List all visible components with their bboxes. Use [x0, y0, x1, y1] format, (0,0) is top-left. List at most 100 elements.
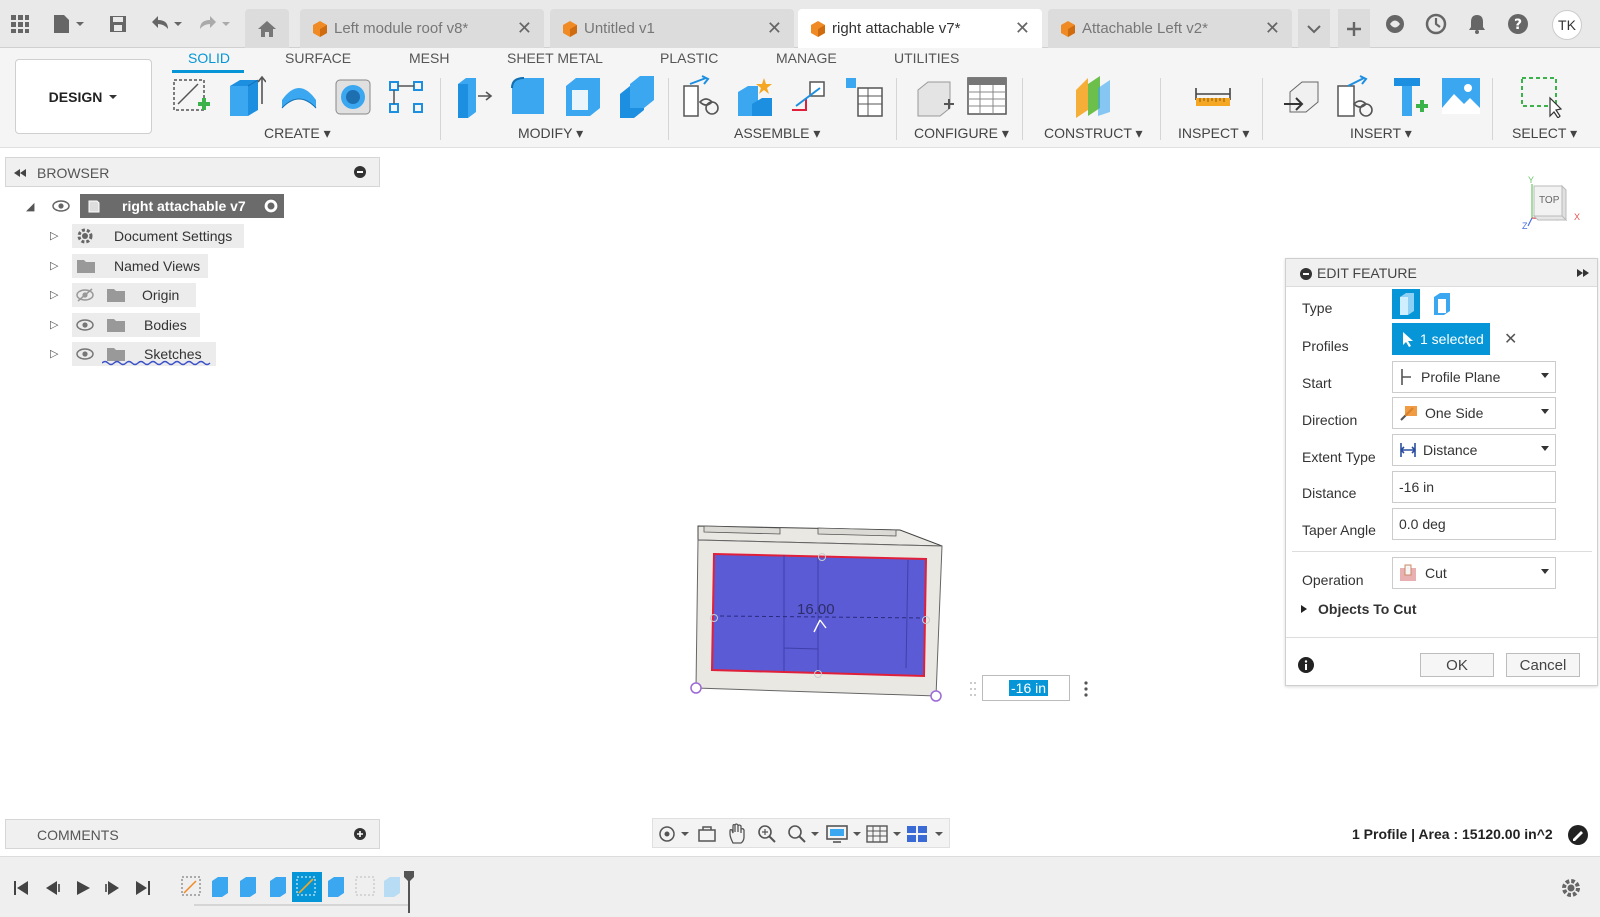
app-grid-icon[interactable]: [6, 10, 34, 38]
doc-tab-untitled[interactable]: Untitled v1 ✕: [550, 9, 794, 48]
home-icon[interactable]: [245, 9, 289, 48]
go-to-end-icon[interactable]: [134, 879, 152, 897]
create-menu[interactable]: CREATE ▾: [264, 125, 331, 142]
drag-handle-icon[interactable]: [969, 680, 977, 698]
tab-overflow-icon[interactable]: [1298, 9, 1330, 48]
redo-icon[interactable]: [194, 10, 234, 38]
eye-hidden-icon[interactable]: [76, 288, 94, 302]
type-solid-button[interactable]: [1392, 289, 1420, 319]
tab-manage[interactable]: MANAGE: [776, 50, 837, 66]
measure-icon[interactable]: [1192, 74, 1234, 118]
workspace-dropdown[interactable]: DESIGN: [15, 59, 152, 134]
tab-mesh[interactable]: MESH: [409, 50, 449, 66]
eye-icon[interactable]: [52, 199, 70, 213]
tab-utilities[interactable]: UTILITIES: [894, 50, 959, 66]
timeline-active-sketch-icon[interactable]: [292, 872, 322, 902]
viewports-icon[interactable]: [905, 824, 945, 844]
inspect-menu[interactable]: INSPECT ▾: [1178, 125, 1249, 142]
assemble-menu[interactable]: ASSEMBLE ▾: [734, 125, 820, 142]
cancel-button[interactable]: Cancel: [1506, 653, 1580, 677]
extensions-icon[interactable]: [1381, 10, 1409, 38]
expand-triangle-icon[interactable]: ▷: [50, 288, 58, 301]
add-comment-icon[interactable]: [354, 828, 366, 840]
timeline-sketch-icon[interactable]: [181, 876, 201, 896]
user-avatar[interactable]: TK: [1552, 10, 1582, 40]
configure-menu[interactable]: CONFIGURE ▾: [914, 125, 1009, 142]
step-back-icon[interactable]: [43, 879, 61, 897]
eye-icon[interactable]: [76, 347, 94, 361]
feedback-icon[interactable]: [1567, 824, 1589, 846]
shell-icon[interactable]: [562, 74, 604, 118]
extent-type-dropdown[interactable]: Distance: [1392, 434, 1556, 466]
undo-icon[interactable]: [146, 10, 186, 38]
distance-input[interactable]: -16 in: [1392, 471, 1556, 503]
pattern-icon[interactable]: [386, 74, 428, 118]
go-to-start-icon[interactable]: [12, 879, 30, 897]
timeline-marker[interactable]: [404, 871, 414, 913]
construct-menu[interactable]: CONSTRUCT ▾: [1044, 125, 1143, 142]
close-icon[interactable]: ✕: [1015, 18, 1030, 39]
browser-item-bodies[interactable]: ▷ Bodies: [46, 313, 246, 337]
fillet-icon[interactable]: [508, 74, 550, 118]
insert-mesh-icon[interactable]: [1334, 74, 1376, 118]
minimize-dialog-icon[interactable]: [1300, 268, 1312, 280]
profiles-select-button[interactable]: 1 selected: [1392, 323, 1490, 355]
close-icon[interactable]: ✕: [1265, 18, 1280, 39]
joint-icon[interactable]: [734, 74, 776, 118]
tab-sheet-metal[interactable]: SHEET METAL: [507, 50, 603, 66]
timeline-extrude-icon[interactable]: [212, 877, 228, 897]
timeline-extrude-icon[interactable]: [240, 877, 256, 897]
insert-menu[interactable]: INSERT ▾: [1350, 125, 1412, 142]
browser-root-node[interactable]: ◢ right attachable v7: [24, 194, 294, 218]
info-icon[interactable]: [1298, 657, 1314, 673]
browser-item-sketches[interactable]: ▷ Sketches: [46, 342, 246, 366]
direction-dropdown[interactable]: One Side: [1392, 397, 1556, 429]
operation-dropdown[interactable]: Cut: [1392, 557, 1556, 589]
collapse-triangle-icon[interactable]: ◢: [26, 200, 34, 213]
taper-angle-input[interactable]: 0.0 deg: [1392, 508, 1556, 540]
close-icon[interactable]: ✕: [517, 18, 532, 39]
type-thin-button[interactable]: [1428, 289, 1456, 319]
hole-icon[interactable]: [332, 74, 374, 118]
insert-canvas-icon[interactable]: [1440, 74, 1482, 118]
browser-item-document-settings[interactable]: ▷ Document Settings: [46, 224, 246, 248]
job-status-icon[interactable]: [1422, 10, 1450, 38]
zoom-icon[interactable]: [757, 824, 777, 844]
activate-radio-icon[interactable]: [263, 198, 279, 214]
display-settings-icon[interactable]: [825, 824, 863, 844]
timeline-extrude-icon[interactable]: [384, 877, 400, 897]
comments-panel-header[interactable]: COMMENTS: [5, 819, 380, 849]
eye-icon[interactable]: [76, 318, 94, 332]
expand-triangle-icon[interactable]: ▷: [50, 229, 58, 242]
grid-snaps-icon[interactable]: [865, 824, 903, 844]
collapse-panel-icon[interactable]: [13, 168, 27, 178]
close-icon[interactable]: ✕: [767, 18, 782, 39]
as-built-joint-icon[interactable]: [788, 74, 830, 118]
notifications-icon[interactable]: [1463, 10, 1491, 38]
fit-zoom-window-icon[interactable]: [787, 824, 821, 844]
more-options-icon[interactable]: [1083, 680, 1089, 698]
timeline-extrude-icon[interactable]: [270, 877, 286, 897]
timeline-sketch-icon[interactable]: [355, 876, 375, 896]
modify-menu[interactable]: MODIFY ▾: [518, 125, 583, 142]
new-tab-icon[interactable]: [1338, 9, 1370, 48]
ok-button[interactable]: OK: [1420, 653, 1494, 677]
select-window-icon[interactable]: [1520, 74, 1562, 118]
start-dropdown[interactable]: Profile Plane: [1392, 361, 1556, 393]
browser-panel-header[interactable]: BROWSER: [5, 157, 380, 187]
file-menu-icon[interactable]: [48, 10, 88, 38]
tab-surface[interactable]: SURFACE: [285, 50, 351, 66]
help-icon[interactable]: ?: [1504, 10, 1532, 38]
distance-manipulator-input[interactable]: -16 in: [970, 675, 1088, 701]
bill-of-materials-icon[interactable]: [842, 74, 884, 118]
doc-tab-attachable-left[interactable]: Attachable Left v2* ✕: [1048, 9, 1292, 48]
configuration-table-icon[interactable]: [966, 74, 1008, 118]
look-at-icon[interactable]: [697, 824, 717, 844]
save-icon[interactable]: [104, 10, 132, 38]
select-menu[interactable]: SELECT ▾: [1512, 125, 1577, 142]
objects-to-cut-section[interactable]: Objects To Cut: [1300, 601, 1417, 617]
expand-dialog-icon[interactable]: [1576, 268, 1590, 278]
new-component-icon[interactable]: [680, 74, 722, 118]
browser-item-named-views[interactable]: ▷ Named Views: [46, 254, 246, 278]
configure-icon[interactable]: [914, 74, 956, 118]
